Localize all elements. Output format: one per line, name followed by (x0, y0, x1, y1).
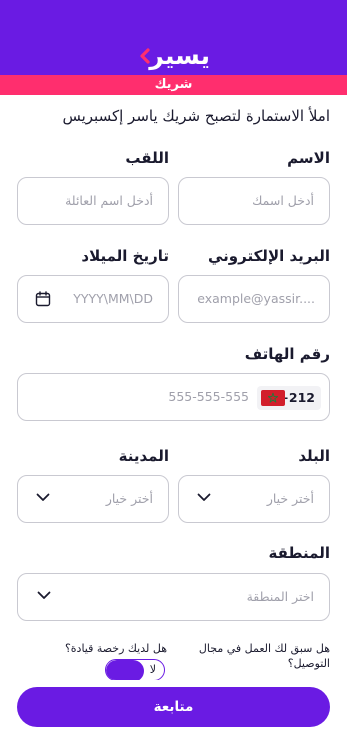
calendar-icon[interactable] (35, 291, 51, 307)
email-input[interactable]: example@yassir.... (178, 275, 330, 323)
morocco-flag-icon (261, 390, 285, 406)
logo-wordmark: يسير (149, 41, 211, 70)
city-label: المدينة (118, 447, 169, 465)
form-intro-text: املأ الاستمارة لتصبح شريك ياسر إكسبريس (62, 107, 330, 125)
birth-date-placeholder: YYYY\MM\DD (73, 291, 153, 306)
first-name-input[interactable]: أدخل اسمك (178, 177, 330, 225)
toggle-no-label: لا (149, 663, 156, 676)
last-name-placeholder: أدخل اسم العائلة (65, 193, 153, 208)
country-label: البلد (298, 447, 330, 465)
partner-banner: شريك (0, 75, 347, 95)
last-name-label: اللقب (125, 149, 169, 167)
continue-button[interactable]: متابعة (17, 687, 330, 727)
last-name-input[interactable]: أدخل اسم العائلة (17, 177, 169, 225)
chevron-down-icon (37, 591, 51, 599)
city-select[interactable]: أختر خيار (17, 475, 169, 523)
phone-label: رقم الهاتف (244, 345, 330, 363)
region-label: المنطقة (268, 544, 330, 562)
chevron-down-icon (36, 493, 50, 501)
phone-placeholder: 555-555-555 (168, 389, 249, 404)
chevron-down-icon (197, 493, 211, 501)
birth-date-input[interactable]: YYYY\MM\DD (17, 275, 169, 323)
country-select[interactable]: أختر خيار (178, 475, 330, 523)
driving-license-toggle[interactable]: لا (105, 659, 165, 681)
phone-input[interactable]: +212 555-555-555 (17, 373, 330, 421)
email-label: البريد الإلكتروني (208, 247, 330, 265)
driving-license-question: هل لديك رخصة قيادة؟ (64, 642, 167, 655)
birth-date-label: تاريخ الميلاد (81, 247, 169, 265)
country-code-selector[interactable]: +212 (257, 386, 321, 410)
delivery-experience-question: هل سبق لك العمل في مجال التوصيل؟ (198, 642, 330, 670)
country-placeholder: أختر خيار (266, 491, 314, 506)
app-header: يسير (0, 0, 347, 75)
yassir-logo: يسير (138, 41, 211, 71)
first-name-placeholder: أدخل اسمك (252, 193, 314, 208)
email-placeholder: example@yassir.... (197, 291, 315, 306)
region-select[interactable]: اختر المنطقة (17, 573, 330, 621)
region-placeholder: اختر المنطقة (246, 589, 314, 604)
city-placeholder: أختر خيار (105, 491, 153, 506)
toggle-selected-segment (106, 660, 144, 680)
logo-chevron-icon (140, 48, 150, 64)
first-name-label: الاسم (287, 149, 330, 167)
